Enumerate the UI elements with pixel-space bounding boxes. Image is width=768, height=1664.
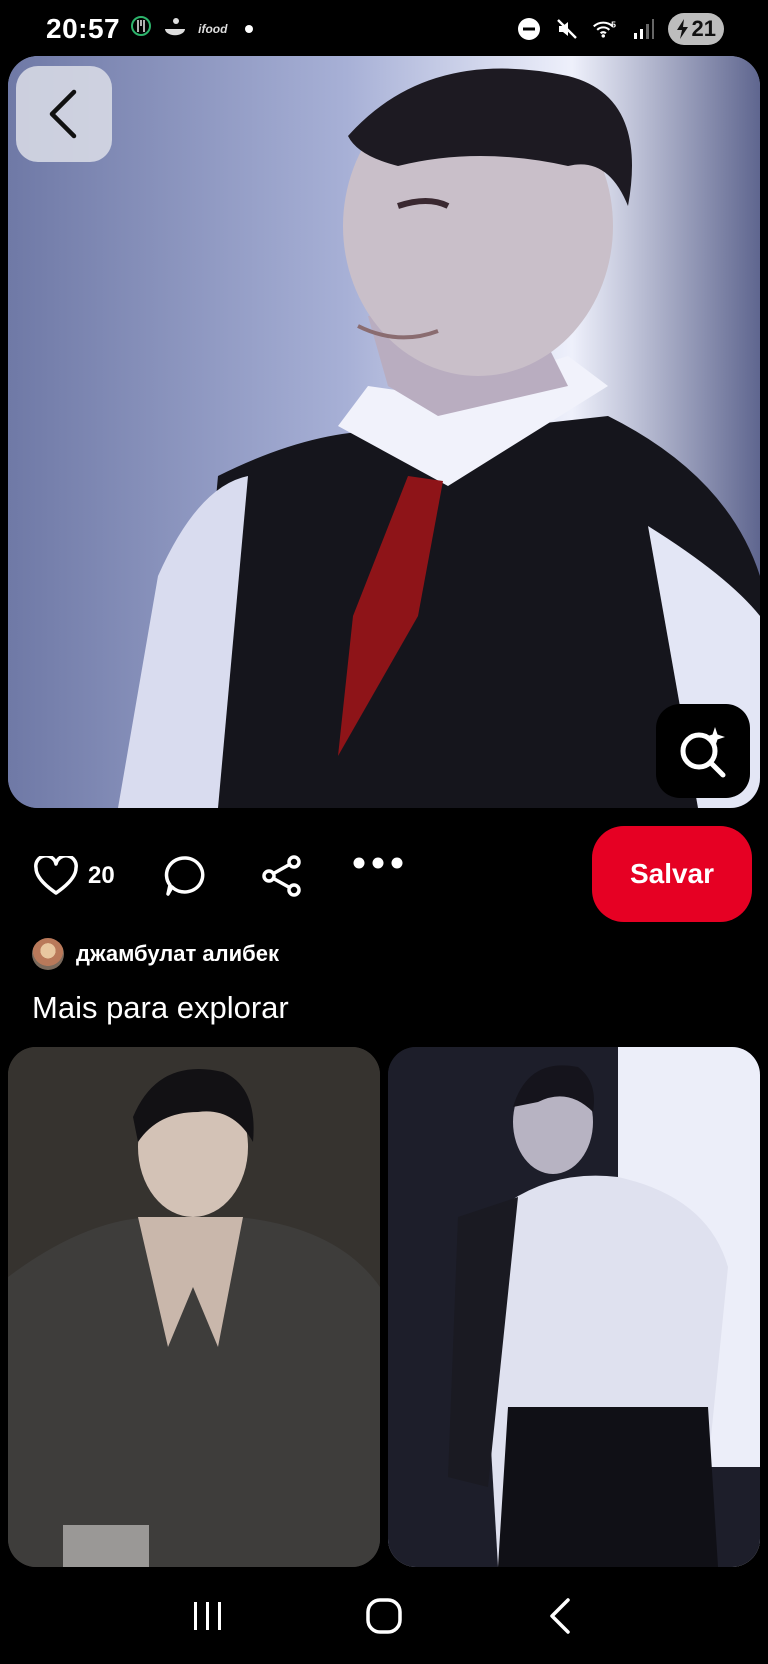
charging-icon [676,19,688,39]
wifi-icon: 5 [592,16,618,42]
author-name[interactable]: джамбулат алибек [76,941,279,967]
home-button[interactable] [344,1586,424,1646]
explore-pin-1-image [8,1047,380,1567]
notification-dot [245,25,254,33]
battery-level: 21 [691,16,716,41]
nav-back-icon [550,1598,570,1634]
pin-detail-screen: 20:57 ifood 5 21 20 Salvar джамбулат али… [0,0,768,1664]
signal-icon [630,16,656,42]
mute-icon [554,16,580,42]
svg-text:5: 5 [611,19,616,29]
status-left: 20:57 ifood [46,13,254,45]
like-count: 20 [88,862,115,889]
ifood-logo: ifood [198,22,228,36]
clock: 20:57 [46,13,121,44]
pin-illustration [8,56,760,808]
more-icon [353,857,403,869]
do-not-disturb-icon [516,16,542,42]
avatar[interactable] [32,938,64,970]
visual-search-icon [680,727,726,778]
back-icon [49,89,77,139]
fork-knife-icon [130,15,152,43]
share-button[interactable] [260,854,304,898]
status-bar: 20:57 ifood 5 21 [0,0,768,58]
share-icon [262,855,301,897]
more-options-button[interactable] [352,856,404,870]
pin-actions: 20 Salvar [0,818,768,928]
section-title: Mais para explorar [32,990,289,1025]
status-right: 5 21 [516,13,724,45]
nav-back-button[interactable] [520,1586,600,1646]
explore-pin-1[interactable] [8,1047,380,1567]
save-button[interactable]: Salvar [592,826,752,922]
explore-pin-2[interactable] [388,1047,760,1567]
battery-indicator: 21 [667,13,724,45]
visual-search-button[interactable] [656,704,750,798]
heart-icon [34,856,78,895]
delivery-icon [162,15,188,43]
recents-button[interactable] [168,1586,248,1646]
recents-icon [194,1602,221,1630]
author-row[interactable]: джамбулат алибек [32,936,279,972]
like-button[interactable]: 20 [34,856,115,896]
explore-pin-2-image [388,1047,760,1567]
back-button[interactable] [16,66,112,162]
comment-button[interactable] [164,854,208,898]
comment-icon [164,856,205,896]
system-nav-bar [0,1568,768,1664]
home-icon [366,1598,402,1634]
pin-image[interactable] [8,56,760,808]
